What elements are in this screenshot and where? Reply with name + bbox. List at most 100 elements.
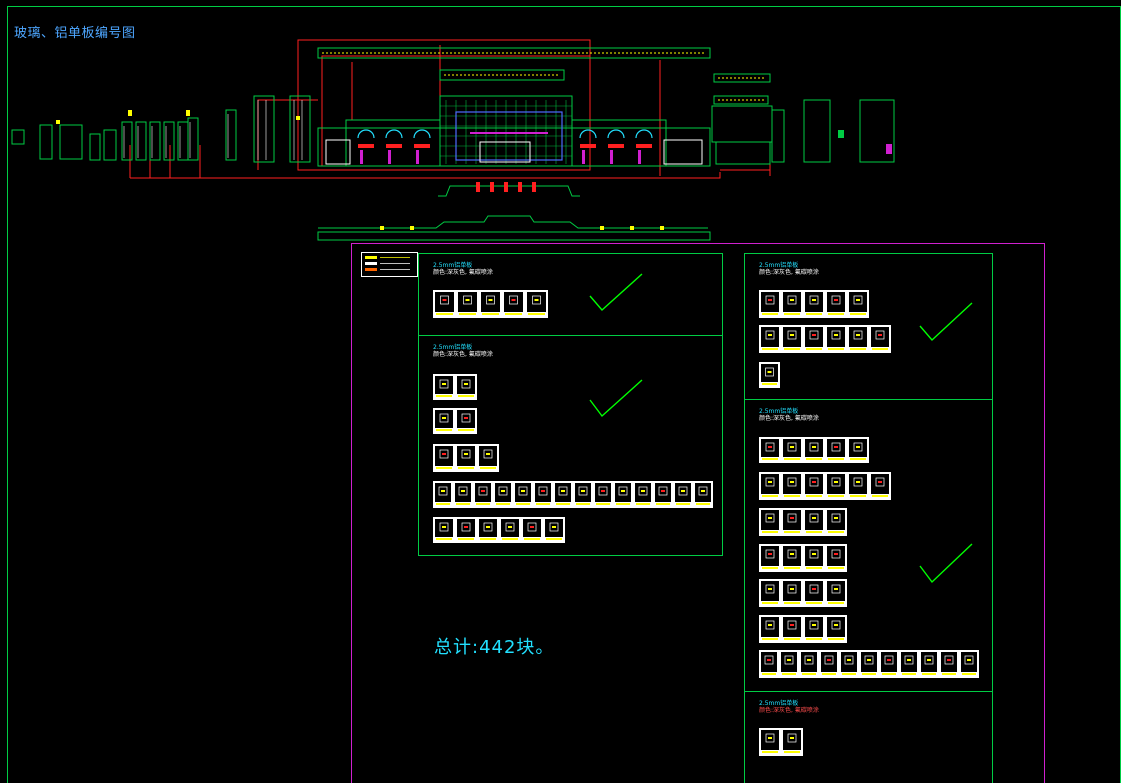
panel-cell (675, 483, 691, 502)
panel-strip (759, 472, 891, 500)
panel-tag (768, 624, 772, 626)
panel-cell (871, 327, 889, 347)
panel-dim-line (962, 673, 976, 675)
panel-tag (768, 553, 772, 555)
panel-dim-line (806, 313, 822, 315)
panel-tag (967, 659, 971, 661)
panel-cell (595, 483, 611, 502)
panel-dim-line (436, 395, 452, 397)
panel-tag (441, 490, 445, 492)
sheet-frame (351, 243, 1045, 783)
panel-tag (465, 299, 470, 301)
panel-cell (783, 510, 801, 530)
panel-dim-line (942, 673, 956, 675)
panel-group-label-4: 2.5mm铝单板 颜色:深灰色, 氟碳喷涂 (759, 408, 819, 422)
panel-cell (761, 546, 779, 566)
panel-tag (947, 659, 951, 661)
panel-tag (768, 334, 772, 336)
panel-strip (433, 481, 713, 508)
panel-strip (759, 290, 869, 318)
panel-tag (887, 659, 891, 661)
panel-dim-line (616, 503, 630, 505)
panel-tag (812, 481, 816, 483)
panel-cell (555, 483, 571, 502)
panel-cell (849, 292, 867, 312)
panel-group-label-5: 2.5mm铝单板 颜色:深灰色, 氟碳喷涂 (759, 700, 819, 714)
panel-tag (878, 481, 882, 483)
panel-tag (442, 453, 446, 455)
panel-tag (511, 299, 516, 301)
panel-strip (433, 408, 477, 434)
panel-cell (481, 292, 500, 312)
panel-dim-line (862, 673, 876, 675)
panel-cell (783, 730, 801, 750)
panel-dim-line (480, 538, 496, 540)
panel-strip (433, 444, 499, 472)
panel-tag (768, 588, 772, 590)
panel-dim-line (505, 313, 522, 315)
panel-cell (941, 652, 957, 672)
panel-dim-line (784, 348, 800, 350)
panel-cell (871, 474, 889, 494)
panel-cell (761, 652, 777, 672)
panel-cell (535, 483, 551, 502)
panel-dim-line (528, 313, 545, 315)
panel-tag (812, 624, 816, 626)
panel-dim-line (922, 673, 936, 675)
panel-cell (805, 546, 823, 566)
panel-tag (701, 490, 705, 492)
panel-dim-line (784, 495, 800, 497)
panel-dim-line (882, 673, 896, 675)
panel-dim-line (784, 313, 800, 315)
panel-tag (878, 334, 882, 336)
panel-cell (455, 483, 471, 502)
panel-group-label-2: 2.5mm铝单板 颜色:深灰色, 氟碳喷涂 (433, 344, 493, 358)
panel-cell (457, 446, 475, 466)
panel-dim-line (784, 751, 800, 753)
panel-tag (534, 299, 539, 301)
panel-tag (768, 737, 772, 739)
panel-tag (856, 334, 860, 336)
panel-dim-line (762, 638, 778, 640)
panel-cell (615, 483, 631, 502)
panel-dim-line (762, 567, 778, 569)
panel-dim-line (480, 467, 496, 469)
panel-tag (790, 481, 794, 483)
panel-tag (812, 299, 816, 301)
panel-tag (768, 446, 772, 448)
panel-dim-line (516, 503, 530, 505)
panel-dim-line (458, 395, 474, 397)
panel-dim-line (524, 538, 540, 540)
panel-tag (481, 490, 485, 492)
panel-note: 颜色:深灰色, 氟碳喷涂 (759, 415, 819, 422)
panel-note: 颜色:深灰色, 氟碳喷涂 (759, 269, 819, 276)
panel-dim-line (806, 567, 822, 569)
panel-dim-line (828, 348, 844, 350)
panel-strip (759, 579, 847, 607)
panel-dim-line (476, 503, 490, 505)
panel-cell (805, 474, 823, 494)
panel-cell (635, 483, 651, 502)
panel-dim-line (436, 538, 452, 540)
panel-cell (827, 546, 845, 566)
panel-dim-line (784, 602, 800, 604)
panel-tag (768, 517, 772, 519)
panel-dim-line (636, 503, 650, 505)
panel-cell (761, 510, 779, 530)
panel-tag (812, 446, 816, 448)
panel-tag (790, 737, 794, 739)
panel-cell (781, 652, 797, 672)
panel-cell (801, 652, 817, 672)
facade-elevation (11, 39, 895, 241)
panel-cell (479, 446, 497, 466)
panel-strip (759, 650, 979, 678)
drawing-title: 玻璃、铝单板编号图 (14, 26, 136, 41)
panel-dim-line (902, 673, 916, 675)
panel-tag (464, 417, 468, 419)
panel-tag (501, 490, 505, 492)
panel-strip (433, 374, 477, 400)
panel-dim-line (762, 458, 778, 460)
panel-dim-line (456, 503, 470, 505)
panel-tag (561, 490, 565, 492)
panel-cell (761, 581, 779, 601)
